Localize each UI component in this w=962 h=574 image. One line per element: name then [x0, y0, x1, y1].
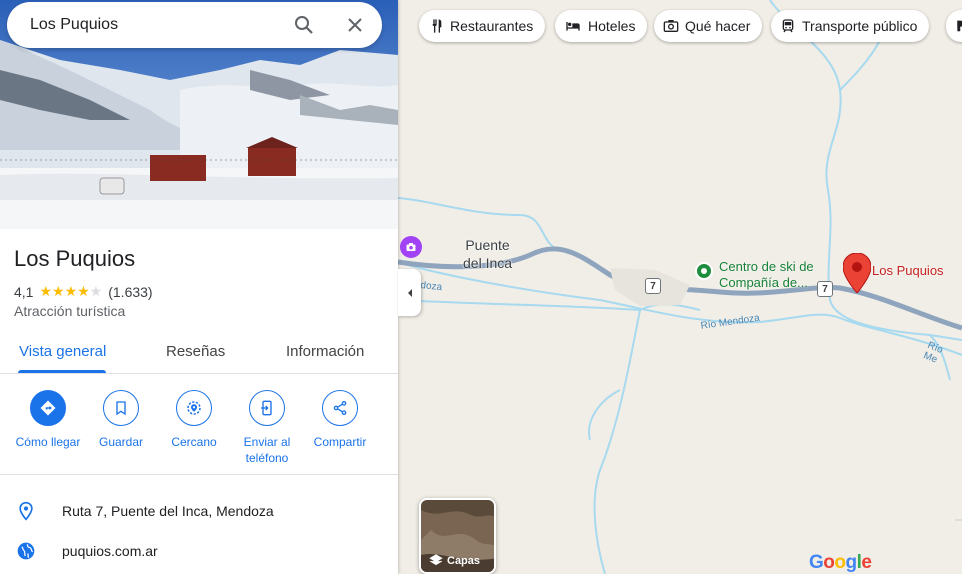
- review-count[interactable]: (1.633): [108, 284, 152, 300]
- website-link[interactable]: puquios.com.ar: [62, 543, 158, 559]
- chip-hotels[interactable]: Hoteles: [555, 10, 648, 42]
- collapse-panel-button[interactable]: [398, 269, 421, 316]
- town-label[interactable]: Puente del Inca: [463, 236, 512, 272]
- send-to-phone-icon: [261, 400, 272, 416]
- river-label: doza: [419, 280, 443, 294]
- place-panel: Los Puquios Los Puquios 4,1 ★★★★★ (1.633…: [0, 0, 398, 574]
- chip-restaurants[interactable]: Restaurantes: [419, 10, 546, 42]
- share-label: Compartir: [313, 435, 367, 449]
- nearby-label: Cercano: [171, 435, 217, 449]
- bookmark-icon: [116, 401, 126, 416]
- layers-button[interactable]: Capas: [419, 498, 496, 574]
- chip-things-to-do[interactable]: Qué hacer: [654, 10, 763, 42]
- address-row[interactable]: Ruta 7, Puente del Inca, Mendoza: [0, 491, 398, 531]
- active-tab-indicator: [18, 370, 106, 373]
- rating-row[interactable]: 4,1 ★★★★★ (1.633): [14, 283, 153, 300]
- tab-reviews[interactable]: Reseñas: [166, 343, 225, 360]
- layers-label: Capas: [447, 555, 481, 567]
- place-title: Los Puquios: [14, 246, 136, 271]
- star-rating: ★★★★★: [39, 283, 103, 299]
- rating-value: 4,1: [14, 283, 34, 300]
- share-button[interactable]: Compartir: [302, 390, 378, 450]
- search-box[interactable]: Los Puquios: [7, 2, 382, 48]
- photo-poi-icon[interactable]: [400, 236, 422, 258]
- nearby-icon: [187, 401, 201, 415]
- ski-center-label[interactable]: Centro de ski de Compañía de...: [719, 259, 814, 291]
- pin-label[interactable]: Los Puquios: [872, 263, 944, 278]
- close-icon[interactable]: [343, 13, 367, 37]
- directions-button[interactable]: Cómo llegar: [10, 390, 86, 450]
- directions-label: Cómo llegar: [15, 435, 81, 449]
- search-icon[interactable]: [292, 13, 316, 37]
- more-category-icon: [957, 20, 962, 32]
- location-pin-icon[interactable]: [843, 253, 871, 293]
- location-pin-outline-icon: [19, 501, 33, 521]
- place-category[interactable]: Atracción turística: [14, 303, 125, 319]
- share-icon: [333, 401, 347, 415]
- save-label: Guardar: [98, 435, 144, 449]
- place-tabs: Vista general Reseñas Información: [0, 330, 398, 374]
- tab-overview[interactable]: Vista general: [19, 343, 106, 360]
- ski-label-line1: Centro de ski de: [719, 259, 814, 274]
- google-logo: Google: [809, 552, 872, 573]
- town-label-line2: del Inca: [463, 255, 513, 271]
- chip-transit[interactable]: Transporte público: [771, 10, 930, 42]
- website-row[interactable]: puquios.com.ar: [0, 531, 398, 571]
- divider: [0, 474, 398, 475]
- address-text: Ruta 7, Puente del Inca, Mendoza: [62, 503, 274, 519]
- chevron-left-icon: [407, 288, 412, 297]
- nearby-button[interactable]: Cercano: [156, 390, 232, 450]
- ski-label-line2: Compañía de...: [719, 275, 808, 290]
- send-to-phone-button[interactable]: Enviar al teléfono: [229, 390, 305, 466]
- tab-about[interactable]: Información: [286, 343, 364, 360]
- ski-center-pin-icon[interactable]: [695, 262, 713, 280]
- route-shield: 7: [817, 281, 833, 297]
- directions-icon: [40, 400, 56, 416]
- save-button[interactable]: Guardar: [83, 390, 159, 450]
- fork-knife-icon: [432, 19, 442, 33]
- layers-icon: [429, 554, 443, 566]
- send-to-phone-label: Enviar al teléfono: [243, 435, 291, 465]
- town-label-line1: Puente: [465, 237, 510, 253]
- globe-icon: [17, 542, 35, 560]
- action-buttons: Cómo llegar Guardar Cercano Enviar al te…: [0, 390, 398, 474]
- search-input[interactable]: Los Puquios: [30, 16, 118, 34]
- bed-icon: [566, 22, 580, 31]
- camera-icon: [663, 20, 679, 32]
- route-shield: 7: [645, 278, 661, 294]
- train-icon: [782, 19, 794, 33]
